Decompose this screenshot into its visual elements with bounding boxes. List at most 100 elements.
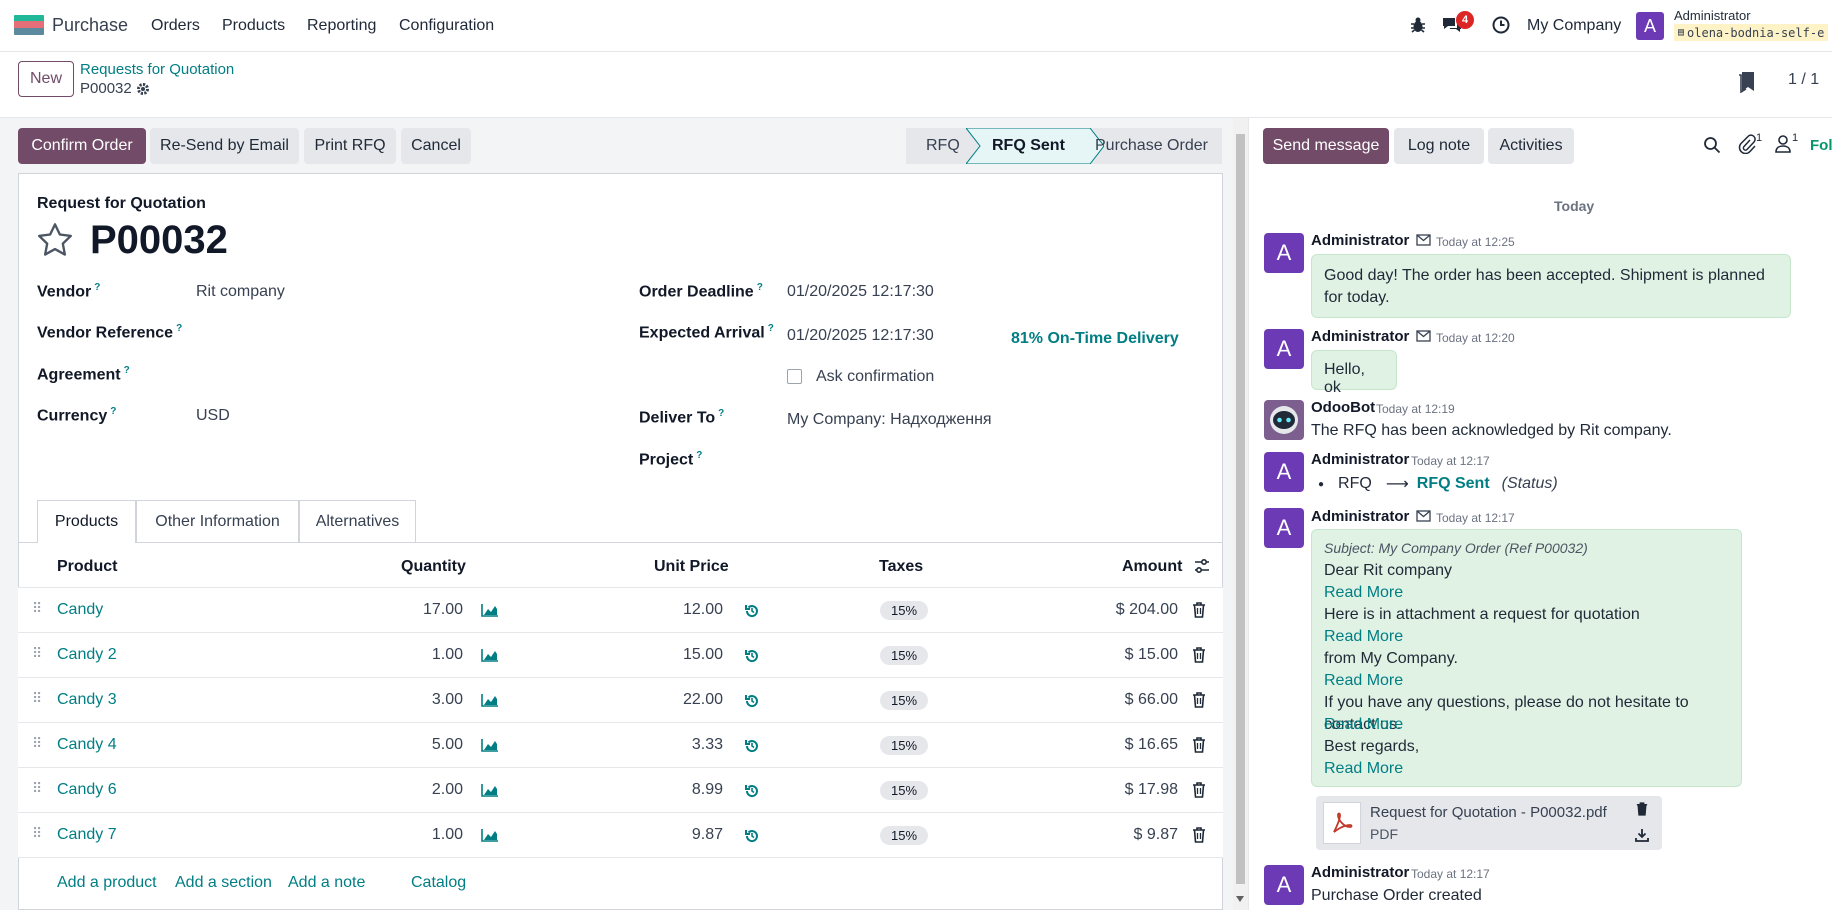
avatar[interactable]: A bbox=[1264, 233, 1304, 273]
bookmark-icon[interactable] bbox=[1738, 71, 1756, 93]
trash-icon[interactable] bbox=[1192, 602, 1206, 618]
product-name[interactable]: Candy 2 bbox=[57, 646, 117, 664]
tax-badge[interactable]: 15% bbox=[880, 826, 928, 845]
product-name[interactable]: Candy 4 bbox=[57, 736, 117, 754]
on-time-delivery-link[interactable]: 81% On-Time Delivery bbox=[1011, 330, 1179, 348]
table-row[interactable]: ⠿ Candy 7 1.00 9.87 15% $ 9.87 bbox=[18, 812, 1223, 857]
attachment-card[interactable]: Request for Quotation - P00032.pdf PDF bbox=[1316, 796, 1662, 850]
header-unit-price[interactable]: Unit Price bbox=[654, 558, 729, 576]
status-rfq[interactable]: RFQ bbox=[926, 128, 960, 164]
status-purchase-order[interactable]: Purchase Order bbox=[1095, 128, 1208, 164]
price-history-icon[interactable] bbox=[744, 738, 760, 754]
expected-arrival-field[interactable]: 01/20/2025 12:17:30 bbox=[787, 327, 934, 345]
quantity-cell[interactable]: 5.00 bbox=[380, 736, 463, 754]
deliver-to-field[interactable]: My Company: Надходження bbox=[787, 411, 992, 429]
company-switcher[interactable]: My Company bbox=[1527, 17, 1621, 35]
avatar[interactable]: A bbox=[1264, 329, 1304, 369]
search-icon[interactable] bbox=[1703, 136, 1721, 154]
forecast-chart-icon[interactable] bbox=[481, 693, 499, 707]
trash-icon[interactable] bbox=[1192, 782, 1206, 798]
header-product[interactable]: Product bbox=[57, 558, 117, 576]
log-note-button[interactable]: Log note bbox=[1394, 128, 1484, 164]
order-deadline-field[interactable]: 01/20/2025 12:17:30 bbox=[787, 283, 934, 301]
price-history-icon[interactable] bbox=[744, 648, 760, 664]
quantity-cell[interactable]: 1.00 bbox=[380, 826, 463, 844]
unit-price-cell[interactable]: 8.99 bbox=[638, 781, 723, 799]
drag-handle-icon[interactable]: ⠿ bbox=[32, 780, 42, 797]
star-icon[interactable] bbox=[36, 222, 74, 258]
product-name[interactable]: Candy bbox=[57, 601, 103, 619]
avatar[interactable]: A bbox=[1264, 452, 1304, 492]
activity-clock-icon[interactable] bbox=[1492, 16, 1510, 34]
forecast-chart-icon[interactable] bbox=[481, 738, 499, 752]
tax-badge[interactable]: 15% bbox=[880, 646, 928, 665]
form-scrollbar-thumb[interactable] bbox=[1236, 134, 1245, 884]
add-note-link[interactable]: Add a note bbox=[288, 874, 365, 892]
menu-configuration[interactable]: Configuration bbox=[399, 17, 494, 35]
trash-icon[interactable] bbox=[1636, 802, 1648, 816]
cancel-button[interactable]: Cancel bbox=[401, 128, 471, 164]
drag-handle-icon[interactable]: ⠿ bbox=[32, 825, 42, 842]
avatar[interactable]: A bbox=[1264, 508, 1304, 548]
quantity-cell[interactable]: 1.00 bbox=[380, 646, 463, 664]
quantity-cell[interactable]: 3.00 bbox=[380, 691, 463, 709]
trash-icon[interactable] bbox=[1192, 647, 1206, 663]
header-quantity[interactable]: Quantity bbox=[401, 558, 466, 576]
header-taxes[interactable]: Taxes bbox=[879, 558, 923, 576]
forecast-chart-icon[interactable] bbox=[481, 783, 499, 797]
app-name[interactable]: Purchase bbox=[52, 15, 128, 36]
table-row[interactable]: ⠿ Candy 17.00 12.00 15% $ 204.00 bbox=[18, 587, 1223, 632]
forecast-chart-icon[interactable] bbox=[481, 648, 499, 662]
unit-price-cell[interactable]: 9.87 bbox=[638, 826, 723, 844]
read-more-link[interactable]: Read More bbox=[1324, 626, 1729, 648]
unit-price-cell[interactable]: 12.00 bbox=[638, 601, 723, 619]
trash-icon[interactable] bbox=[1192, 827, 1206, 843]
message-author[interactable]: Administrator bbox=[1311, 451, 1409, 468]
drag-handle-icon[interactable]: ⠿ bbox=[32, 690, 42, 707]
read-more-link[interactable]: Read More bbox=[1324, 758, 1729, 780]
project-field[interactable] bbox=[787, 447, 1207, 473]
print-rfq-button[interactable]: Print RFQ bbox=[304, 128, 396, 164]
table-row[interactable]: ⠿ Candy 4 5.00 3.33 15% $ 16.65 bbox=[18, 722, 1223, 767]
send-message-button[interactable]: Send message bbox=[1263, 128, 1389, 164]
form-scrollbar[interactable] bbox=[1233, 118, 1248, 910]
ask-confirmation-checkbox[interactable] bbox=[787, 369, 802, 384]
product-name[interactable]: Candy 6 bbox=[57, 781, 117, 799]
attachments-button[interactable]: 1 bbox=[1738, 132, 1762, 154]
price-history-icon[interactable] bbox=[744, 783, 760, 799]
add-section-link[interactable]: Add a section bbox=[175, 874, 272, 892]
resend-email-button[interactable]: Re-Send by Email bbox=[150, 128, 299, 164]
breadcrumb-parent[interactable]: Requests for Quotation bbox=[80, 61, 234, 78]
catalog-link[interactable]: Catalog bbox=[411, 874, 466, 892]
user-name[interactable]: Administrator bbox=[1674, 8, 1751, 23]
message-author[interactable]: OdooBot bbox=[1311, 399, 1375, 416]
currency-field[interactable]: USD bbox=[196, 407, 230, 425]
followers-button[interactable]: 1 bbox=[1774, 132, 1798, 154]
table-row[interactable]: ⠿ Candy 3 3.00 22.00 15% $ 66.00 bbox=[18, 677, 1223, 722]
drag-handle-icon[interactable]: ⠿ bbox=[32, 735, 42, 752]
drag-handle-icon[interactable]: ⠿ bbox=[32, 600, 42, 617]
read-more-link[interactable]: Read More bbox=[1324, 582, 1729, 604]
price-history-icon[interactable] bbox=[744, 828, 760, 844]
price-history-icon[interactable] bbox=[744, 603, 760, 619]
table-row[interactable]: ⠿ Candy 2 1.00 15.00 15% $ 15.00 bbox=[18, 632, 1223, 677]
pager[interactable]: 1 / 1 bbox=[1788, 71, 1819, 89]
debug-bug-icon[interactable] bbox=[1409, 16, 1427, 34]
avatar[interactable]: A bbox=[1264, 865, 1304, 905]
app-menu-icon[interactable] bbox=[14, 15, 44, 35]
tax-badge[interactable]: 15% bbox=[880, 781, 928, 800]
attachment-name[interactable]: Request for Quotation - P00032.pdf bbox=[1370, 804, 1607, 821]
unit-price-cell[interactable]: 3.33 bbox=[638, 736, 723, 754]
vendor-reference-field[interactable] bbox=[196, 318, 616, 344]
new-button[interactable]: New bbox=[18, 61, 74, 97]
confirm-order-button[interactable]: Confirm Order bbox=[18, 128, 146, 164]
activities-button[interactable]: Activities bbox=[1488, 128, 1574, 164]
message-author[interactable]: Administrator bbox=[1311, 328, 1409, 345]
add-product-link[interactable]: Add a product bbox=[57, 874, 157, 892]
user-avatar[interactable]: A bbox=[1636, 12, 1664, 40]
message-author[interactable]: Administrator bbox=[1311, 864, 1409, 881]
column-settings-icon[interactable] bbox=[1193, 557, 1211, 575]
trash-icon[interactable] bbox=[1192, 737, 1206, 753]
tax-badge[interactable]: 15% bbox=[880, 601, 928, 620]
status-rfq-sent[interactable]: RFQ Sent bbox=[992, 128, 1065, 164]
